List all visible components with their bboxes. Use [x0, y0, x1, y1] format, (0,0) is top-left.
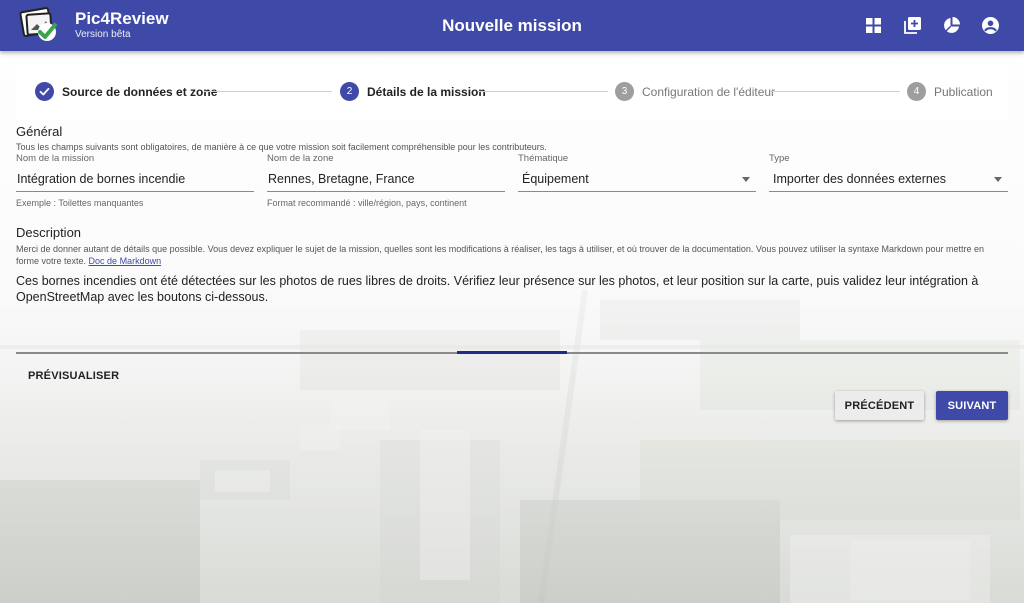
add-box-icon[interactable] — [903, 16, 922, 35]
type-select[interactable]: Type Importer des données externes — [769, 153, 1008, 192]
app-bar: Pic4Review Version bêta Nouvelle mission — [0, 0, 1024, 51]
field-label: Nom de la zone — [267, 153, 334, 164]
step-connector — [204, 91, 332, 92]
zone-name-input[interactable]: Rennes, Bretagne, France — [267, 171, 505, 191]
step-number: 3 — [615, 82, 634, 101]
brand: Pic4Review Version bêta — [75, 9, 169, 42]
check-icon — [35, 82, 54, 101]
field-label: Type — [769, 153, 790, 164]
app-actions — [864, 16, 1000, 35]
dashboard-icon[interactable] — [864, 16, 883, 35]
field-underline — [16, 191, 254, 192]
description-help: Merci de donner autant de détails que po… — [16, 244, 985, 266]
preview-tab[interactable]: PRÉVISUALISER — [28, 370, 119, 382]
step-data-source[interactable]: Source de données et zone — [35, 82, 217, 101]
previous-button[interactable]: PRÉCÉDENT — [835, 391, 924, 420]
mission-name-field[interactable]: Nom de la mission Intégration de bornes … — [16, 153, 254, 208]
description-textarea[interactable]: Ces bornes incendies ont été détectées s… — [16, 273, 1008, 305]
mission-stepper: Source de données et zone 2 Détails de l… — [16, 66, 1008, 120]
general-fields: Nom de la mission Intégration de bornes … — [16, 153, 1008, 213]
field-underline — [518, 191, 756, 192]
step-label: Détails de la mission — [367, 84, 486, 99]
step-publication[interactable]: 4 Publication — [907, 82, 993, 101]
pie-chart-icon[interactable] — [942, 16, 961, 35]
mission-details-form: Général Tous les champs suivants sont ob… — [16, 124, 1008, 420]
theme-select[interactable]: Thématique Équipement — [518, 153, 756, 192]
general-help-text: Tous les champs suivants sont obligatoir… — [16, 142, 547, 152]
next-button[interactable]: SUIVANT — [936, 391, 1008, 420]
zone-name-field[interactable]: Nom de la zone Rennes, Bretagne, France … — [267, 153, 505, 208]
description-heading: Description — [16, 225, 82, 240]
step-mission-details[interactable]: 2 Détails de la mission — [340, 82, 486, 101]
app-name: Pic4Review — [75, 9, 169, 28]
theme-select-value[interactable]: Équipement — [518, 171, 756, 191]
step-number: 2 — [340, 82, 359, 101]
field-label: Nom de la mission — [16, 153, 95, 164]
general-heading: Général — [16, 124, 63, 139]
type-selected: Importer des données externes — [773, 172, 947, 186]
pic4review-logo[interactable] — [19, 6, 61, 44]
type-select-value[interactable]: Importer des données externes — [769, 171, 1008, 191]
field-underline — [267, 191, 505, 192]
theme-selected: Équipement — [522, 172, 589, 186]
step-editor-config[interactable]: 3 Configuration de l'éditeur — [615, 82, 775, 101]
account-circle-icon[interactable] — [981, 16, 1000, 35]
editor-tabs-bar — [16, 351, 1008, 354]
description-section: Description Merci de donner autant de dé… — [16, 225, 1008, 305]
field-hint: Exemple : Toilettes manquantes — [16, 198, 144, 208]
markdown-doc-link[interactable]: Doc de Markdown — [89, 256, 162, 266]
active-tab-indicator — [457, 351, 567, 354]
description-help-text: Merci de donner autant de détails que po… — [16, 243, 1008, 267]
step-number: 4 — [907, 82, 926, 101]
dropdown-arrow-icon — [994, 177, 1002, 182]
step-label: Configuration de l'éditeur — [642, 84, 776, 99]
dropdown-arrow-icon — [742, 177, 750, 182]
field-underline — [769, 191, 1008, 192]
mission-name-input[interactable]: Intégration de bornes incendie — [16, 171, 254, 191]
field-hint: Format recommandé : ville/région, pays, … — [267, 198, 467, 208]
field-label: Thématique — [518, 153, 569, 164]
step-connector — [770, 91, 900, 92]
step-connector — [478, 91, 608, 92]
step-label: Publication — [934, 84, 993, 99]
app-version: Version bêta — [75, 29, 131, 40]
step-label: Source de données et zone — [62, 84, 218, 99]
